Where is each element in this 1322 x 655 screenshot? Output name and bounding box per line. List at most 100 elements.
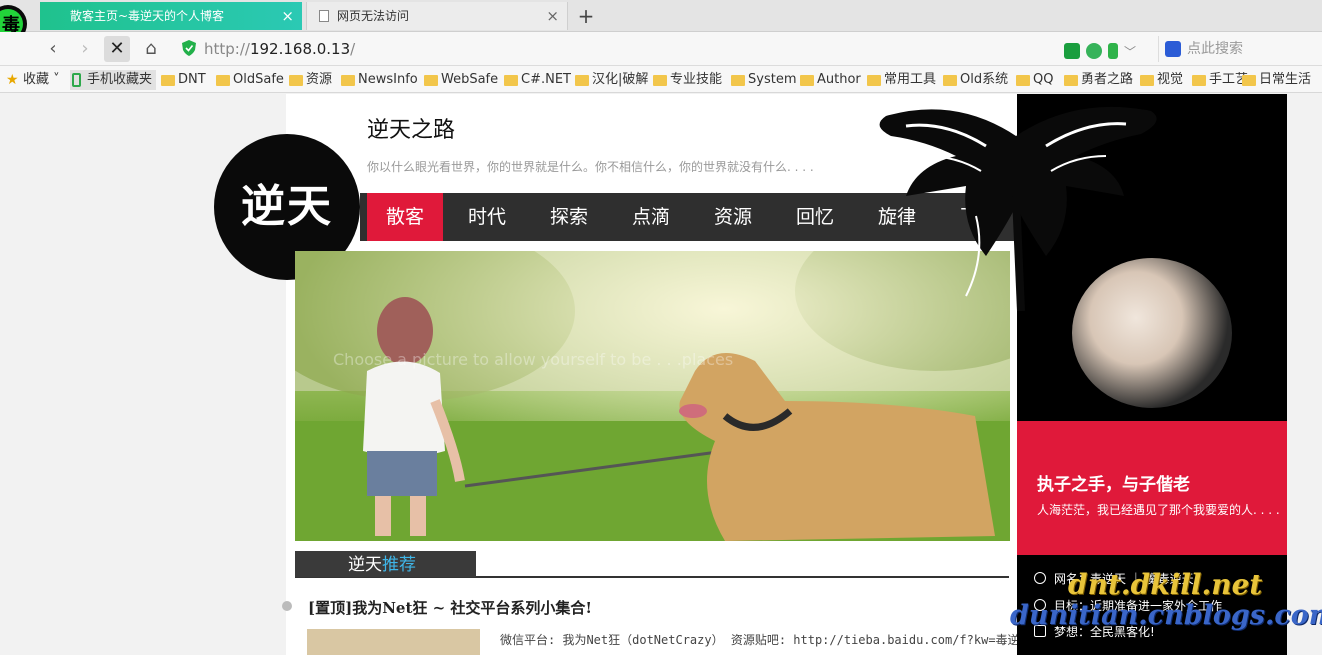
close-tab-icon[interactable]: × — [281, 2, 294, 30]
bookmark-folder[interactable]: 手工艺 — [1192, 70, 1248, 90]
bookmark-label: NewsInfo — [358, 72, 418, 87]
folder-icon — [424, 75, 438, 86]
site-motto: 你以什么眼光看世界，你的世界就是什么。你不相信什么，你的世界就没有什么. . .… — [367, 160, 814, 174]
address-bar: ‹ › ✕ ⌂ http://192.168.0.13/ ﹀ 点此搜索 — [0, 32, 1322, 66]
bookmark-folder[interactable]: QQ — [1016, 70, 1053, 90]
bookmark-label: 视觉 — [1157, 72, 1184, 87]
tab-label: 网页无法访问 — [337, 9, 410, 23]
bookmark-label: 常用工具 — [884, 72, 937, 87]
lightning-extension-icon[interactable] — [1108, 42, 1118, 59]
bookmark-label: 资源 — [306, 72, 333, 87]
bookmark-folder[interactable]: DNT — [161, 70, 206, 90]
bookmark-folder[interactable]: 视觉 — [1140, 70, 1183, 90]
bookmark-label: QQ — [1033, 72, 1054, 87]
post-thumbnail[interactable] — [307, 629, 480, 655]
new-tab-button[interactable]: + — [576, 2, 596, 30]
post-excerpt: 微信平台: 我为Net狂（dotNetCrazy） 资源贴吧: http://t… — [500, 633, 1032, 647]
bookmark-label: Author — [817, 72, 861, 87]
folder-icon — [653, 75, 667, 86]
url-input[interactable]: http://192.168.0.13/ — [204, 32, 355, 66]
browser-tabbar: 毒 散客主页~毒逆天的个人博客 × 网页无法访问 × + — [0, 0, 1322, 43]
close-tab-icon[interactable]: × — [546, 2, 559, 30]
bookmark-label: Old系统 — [960, 72, 1009, 87]
site-title[interactable]: 逆天之路 — [367, 112, 455, 144]
tab-blog-home[interactable]: 散客主页~毒逆天的个人博客 × — [40, 2, 302, 30]
phone-icon — [72, 73, 81, 87]
bookmark-folder[interactable]: OldSafe — [216, 70, 284, 90]
post-title-link[interactable]: [置顶]我为Net狂 ~ 社交平台系列小集合! — [308, 597, 592, 618]
tab-label: 散客主页~毒逆天的个人博客 — [70, 9, 225, 23]
bookmark-label: 手机收藏夹 — [87, 72, 153, 87]
watermark-blog: dunitian.cnblogs.com — [1010, 600, 1322, 631]
bookmark-label: DNT — [178, 72, 206, 87]
bookmark-folder[interactable]: System — [731, 70, 796, 90]
section-title-accent: 推荐 — [382, 555, 416, 575]
bookmark-folder[interactable]: NewsInfo — [341, 70, 418, 90]
quote-title: 执子之手，与子偕老 — [1037, 475, 1190, 495]
folder-icon — [1064, 75, 1078, 86]
bookmark-label: 专业技能 — [670, 72, 723, 87]
home-button[interactable]: ⌂ — [138, 36, 164, 62]
folder-icon — [943, 75, 957, 86]
tab-error-page[interactable]: 网页无法访问 × — [306, 2, 568, 30]
stop-loading-button[interactable]: ✕ — [104, 36, 130, 62]
bookmark-label: C#.NET — [521, 72, 571, 87]
bookmark-folder[interactable]: 汉化|破解 — [575, 70, 648, 90]
bookmark-favorites[interactable]: ★ 收藏 ˅ — [6, 70, 60, 90]
bookmark-folder[interactable]: Author — [800, 70, 861, 90]
url-host: 192.168.0.13 — [249, 40, 351, 58]
nav-item-tansuo[interactable]: 探索 — [531, 193, 607, 241]
nav-item-ziyuan[interactable]: 资源 — [695, 193, 771, 241]
chevron-down-icon[interactable]: ﹀ — [1124, 43, 1136, 59]
folder-icon — [1016, 75, 1030, 86]
nav-item-diandi[interactable]: 点滴 — [613, 193, 689, 241]
url-scheme: http:// — [204, 40, 250, 58]
folder-icon — [867, 75, 881, 86]
bookmark-folder[interactable]: 专业技能 — [653, 70, 722, 90]
bookmark-folder[interactable]: 日常生活 — [1242, 70, 1311, 90]
bookmark-mobile[interactable]: 手机收藏夹 — [70, 70, 157, 90]
bookmark-label: 收藏 — [23, 72, 50, 87]
bookmark-label: 日常生活 — [1259, 72, 1312, 87]
folder-icon — [216, 75, 230, 86]
bookmark-folder[interactable]: 常用工具 — [867, 70, 936, 90]
quote-subtitle: 人海茫茫，我已经遇见了那个我要爱的人. . . . — [1037, 503, 1280, 517]
bookmark-label: 勇者之路 — [1081, 72, 1134, 87]
star-icon: ★ — [6, 72, 19, 88]
folder-icon — [504, 75, 518, 86]
bookmark-label: OldSafe — [233, 72, 284, 87]
bookmark-folder[interactable]: C#.NET — [504, 70, 571, 90]
avatar[interactable] — [1072, 258, 1232, 408]
folder-icon — [341, 75, 355, 86]
folder-icon — [289, 75, 303, 86]
bookmark-folder[interactable]: 勇者之路 — [1064, 70, 1133, 90]
nav-item-sanke[interactable]: 散客 — [367, 193, 443, 241]
nav-item-huiyi[interactable]: 回忆 — [777, 193, 853, 241]
folder-icon — [1140, 75, 1154, 86]
folder-icon — [800, 75, 814, 86]
folder-icon — [575, 75, 589, 86]
bookmarks-bar: ★ 收藏 ˅ 手机收藏夹 DNT OldSafe 资源 NewsInfo WebS… — [0, 66, 1322, 93]
folder-icon — [1242, 75, 1256, 86]
url-path: / — [350, 40, 356, 58]
bookmark-folder[interactable]: Old系统 — [943, 70, 1008, 90]
security-shield-icon[interactable] — [182, 40, 196, 56]
bookmark-folder[interactable]: 资源 — [289, 70, 332, 90]
security-extension-icon[interactable] — [1064, 42, 1080, 59]
nav-item-shidai[interactable]: 时代 — [449, 193, 525, 241]
bookmark-label: System — [748, 72, 797, 87]
forward-button[interactable]: › — [72, 36, 98, 62]
post-bullet — [282, 601, 292, 611]
search-input[interactable]: 点此搜索 — [1158, 36, 1318, 62]
bookmark-label: WebSafe — [441, 72, 499, 87]
folder-icon — [161, 75, 175, 86]
folder-icon — [1192, 75, 1206, 86]
sync-extension-icon[interactable] — [1086, 42, 1102, 59]
section-title-text: 逆天 — [348, 555, 382, 575]
watermark-site: dnt.dkill.net — [1068, 568, 1263, 601]
bookmark-folder[interactable]: WebSafe — [424, 70, 498, 90]
section-title-recommend[interactable]: 逆天推荐 — [295, 551, 476, 577]
extension-icons: ﹀ — [1064, 40, 1142, 59]
bookmark-label: 汉化|破解 — [592, 72, 649, 87]
back-button[interactable]: ‹ — [40, 36, 66, 62]
